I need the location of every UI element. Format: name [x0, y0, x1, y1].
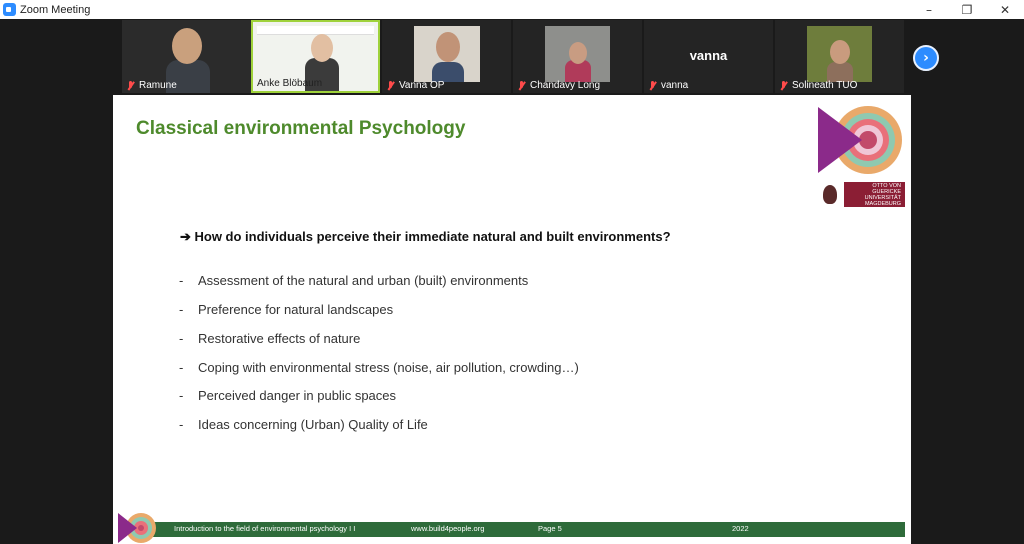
muted-mic-icon [779, 80, 788, 91]
participant-name: Chandavy Long [530, 80, 601, 91]
participant-label: Vanna OP [386, 80, 444, 91]
participant-tile[interactable]: Chandavy Long [513, 20, 642, 93]
window-title: Zoom Meeting [20, 3, 91, 16]
participant-name: vanna [661, 80, 689, 91]
virtual-background-banner [257, 26, 374, 35]
participant-shoulders [827, 62, 853, 82]
participant-face [172, 28, 202, 64]
muted-mic-icon [386, 80, 395, 91]
slide-footer: Introduction to the field of environment… [113, 513, 911, 544]
footer-year: 2022 [732, 524, 749, 533]
participant-label: Chandavy Long [517, 80, 600, 91]
participant-face [569, 42, 587, 64]
participant-name: Vanna OP [399, 80, 445, 91]
footer-url: www.build4people.org [411, 524, 485, 533]
restore-button[interactable]: ❐ [948, 0, 986, 19]
participant-face [830, 40, 850, 64]
participant-label: Ramune [126, 80, 177, 91]
participant-tile-active-speaker[interactable]: Anke Blöbaum [251, 20, 380, 93]
participant-shoulders [432, 62, 464, 82]
participant-label: vanna [648, 80, 688, 91]
participant-name: Ramune [139, 80, 177, 91]
participant-tile[interactable]: Ramune [122, 20, 251, 93]
muted-mic-icon [126, 80, 135, 91]
participant-label: Solineath TUO [779, 80, 857, 91]
university-name: OTTO VON GUERICKE UNIVERSITÄT MAGDEBURG [864, 182, 901, 207]
next-page-button[interactable]: › [913, 45, 939, 71]
participant-face [311, 34, 333, 62]
muted-mic-icon [648, 80, 657, 91]
minimize-button[interactable]: – [910, 0, 948, 19]
slide-question: ➔ How do individuals perceive their imme… [180, 229, 671, 244]
close-button[interactable]: ✕ [986, 0, 1024, 19]
participant-name: Solineath TUO [792, 80, 858, 91]
build4people-logo [818, 106, 902, 174]
participant-label: Anke Blöbaum [257, 78, 322, 89]
participant-name: Anke Blöbaum [257, 78, 323, 89]
participant-tile[interactable]: Vanna OP [382, 20, 511, 93]
list-item: - Coping with environmental stress (nois… [179, 360, 579, 375]
window-titlebar: Zoom Meeting – ❐ ✕ [0, 0, 1024, 19]
list-item: - Restorative effects of nature [179, 331, 361, 346]
footer-logo-icon [118, 513, 156, 543]
window-controls: – ❐ ✕ [910, 0, 1024, 19]
university-portrait-icon [816, 182, 844, 207]
list-item: - Preference for natural landscapes [179, 302, 394, 317]
university-logo: OTTO VON GUERICKE UNIVERSITÄT MAGDEBURG [816, 182, 905, 207]
muted-mic-icon [517, 80, 526, 91]
shared-slide: Classical environmental Psychology OTTO … [113, 95, 911, 544]
participant-tile[interactable]: Solineath TUO [775, 20, 904, 93]
list-item: - Ideas concerning (Urban) Quality of Li… [179, 417, 428, 432]
participant-gallery: Ramune Anke Blöbaum Vanna OP Chandavy Lo… [0, 19, 1024, 95]
participant-face [436, 32, 460, 62]
list-item: - Perceived danger in public spaces [179, 388, 397, 403]
footer-page-number: Page 5 [538, 524, 562, 533]
list-item: - Assessment of the natural and urban (b… [179, 273, 529, 288]
slide-title: Classical environmental Psychology [136, 118, 466, 139]
zoom-app-icon [3, 3, 16, 16]
participant-tile[interactable]: vanna vanna [644, 20, 773, 93]
footer-course: Introduction to the field of environment… [174, 524, 356, 533]
chevron-right-icon: › [923, 50, 929, 66]
participant-display-name: vanna [689, 48, 728, 63]
